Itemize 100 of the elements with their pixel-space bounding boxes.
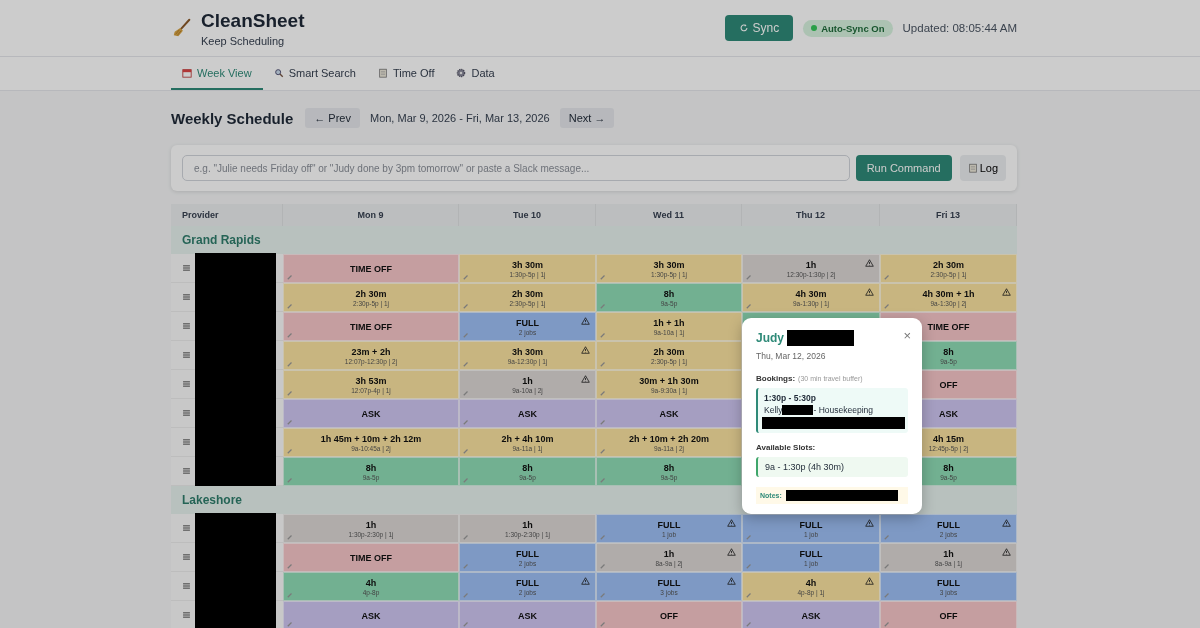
pencil-icon[interactable] (287, 448, 293, 454)
cell-title: 2h + 10m + 2h 20m (628, 433, 709, 444)
pencil-icon[interactable] (884, 563, 890, 569)
pencil-icon[interactable] (600, 274, 606, 280)
schedule-cell[interactable]: OFF (880, 601, 1017, 628)
pencil-icon[interactable] (600, 361, 606, 367)
close-button[interactable]: × (900, 328, 914, 343)
pencil-icon[interactable] (746, 563, 752, 569)
pencil-icon[interactable] (287, 390, 293, 396)
cell-title: OFF (660, 610, 678, 621)
pencil-icon[interactable] (463, 390, 469, 396)
drag-handle-icon[interactable] (183, 323, 190, 329)
pencil-icon[interactable] (463, 274, 469, 280)
pencil-icon[interactable] (600, 448, 606, 454)
pencil-icon[interactable] (287, 534, 293, 540)
drag-handle-icon[interactable] (183, 612, 190, 618)
pencil-icon[interactable] (287, 419, 293, 425)
pencil-icon[interactable] (600, 390, 606, 396)
cell-title: ASK (659, 408, 679, 419)
pencil-icon[interactable] (463, 332, 469, 338)
cell-title: FULL (516, 577, 539, 588)
pencil-icon[interactable] (463, 303, 469, 309)
pencil-icon[interactable] (463, 419, 469, 425)
pencil-icon[interactable] (600, 563, 606, 569)
cell-title: ASK (361, 610, 381, 621)
pencil-icon[interactable] (600, 477, 606, 483)
pencil-icon[interactable] (600, 303, 606, 309)
notepad-icon (967, 163, 978, 173)
run-command-button[interactable]: Run Command (855, 155, 952, 181)
pencil-icon[interactable] (884, 621, 890, 627)
cell-title: 8h (522, 462, 533, 473)
drag-handle-icon[interactable] (183, 525, 190, 531)
schedule-cell[interactable]: ASK (742, 601, 880, 628)
pencil-icon[interactable] (287, 621, 293, 627)
pencil-icon[interactable] (463, 592, 469, 598)
pencil-icon[interactable] (287, 303, 293, 309)
drag-handle-icon[interactable] (183, 265, 190, 271)
pencil-icon[interactable] (463, 448, 469, 454)
drag-handle-icon[interactable] (183, 554, 190, 560)
tab[interactable]: Smart Search (262, 57, 367, 90)
service-name: - Housekeeping (813, 405, 873, 415)
command-input[interactable]: e.g. "Julie needs Friday off" or "Judy done by 3pm tomorrow" or paste a Slack message... (182, 155, 850, 181)
schedule-cell[interactable]: TIME OFF (283, 543, 459, 572)
schedule-cell[interactable]: TIME OFF (283, 312, 459, 341)
pencil-icon[interactable] (600, 534, 606, 540)
pencil-icon[interactable] (600, 621, 606, 627)
schedule-cell[interactable]: ASK (459, 601, 596, 628)
schedule-cell[interactable]: ASK (459, 399, 596, 428)
drag-handle-icon[interactable] (183, 468, 190, 474)
pencil-icon[interactable] (287, 592, 293, 598)
cell-title: FULL (799, 519, 823, 530)
pencil-icon[interactable] (884, 534, 890, 540)
pencil-icon[interactable] (600, 332, 606, 338)
drag-handle-icon[interactable] (183, 439, 190, 445)
pencil-icon[interactable] (884, 274, 890, 280)
tab[interactable]: Time Off (366, 57, 446, 90)
pencil-icon[interactable] (746, 274, 752, 280)
pencil-icon[interactable] (287, 332, 293, 338)
cell-title: ASK (939, 408, 958, 419)
drag-handle-icon[interactable] (183, 583, 190, 589)
schedule-cell[interactable]: ASK (596, 399, 742, 428)
bookings-label: Bookings: (756, 374, 796, 383)
drag-handle-icon[interactable] (183, 410, 190, 416)
pencil-icon[interactable] (746, 303, 752, 309)
pencil-icon[interactable] (600, 419, 606, 425)
cell-title: 3h 30m (653, 259, 685, 270)
pencil-icon[interactable] (287, 477, 293, 483)
next-button[interactable]: Next → (559, 108, 615, 128)
cell-title: 1h (522, 375, 533, 386)
drag-handle-icon[interactable] (183, 381, 190, 387)
drag-handle-icon[interactable] (183, 352, 190, 358)
tab[interactable]: Week View (171, 57, 263, 90)
pencil-icon[interactable] (746, 621, 752, 627)
log-button[interactable]: Log (959, 155, 1006, 181)
pencil-icon[interactable] (463, 563, 469, 569)
pencil-icon[interactable] (287, 274, 293, 280)
pencil-icon[interactable] (600, 592, 606, 598)
auto-sync-badge: Auto-Sync On (803, 19, 893, 37)
schedule-cell[interactable]: ASK (283, 601, 459, 628)
tab[interactable]: Data (445, 57, 506, 90)
cell-title: 2h 30m (933, 259, 964, 270)
drag-handle-icon[interactable] (183, 294, 190, 300)
schedule-cell[interactable]: ASK (283, 399, 459, 428)
pencil-icon[interactable] (463, 621, 469, 627)
pencil-icon[interactable] (463, 477, 469, 483)
schedule-cell[interactable]: TIME OFF (283, 254, 459, 283)
provider-name: Judy (756, 331, 784, 345)
prev-button[interactable]: ← Prev (305, 108, 360, 128)
pencil-icon[interactable] (287, 563, 293, 569)
broom-icon (171, 17, 193, 39)
pencil-icon[interactable] (884, 303, 890, 309)
pencil-icon[interactable] (884, 592, 890, 598)
pencil-icon[interactable] (463, 534, 469, 540)
schedule-cell[interactable]: OFF (596, 601, 742, 628)
pencil-icon[interactable] (746, 592, 752, 598)
pencil-icon[interactable] (463, 361, 469, 367)
pencil-icon[interactable] (746, 534, 752, 540)
pencil-icon[interactable] (287, 361, 293, 367)
sync-button[interactable]: Sync (724, 15, 794, 41)
client-name: Kelly (764, 405, 783, 415)
